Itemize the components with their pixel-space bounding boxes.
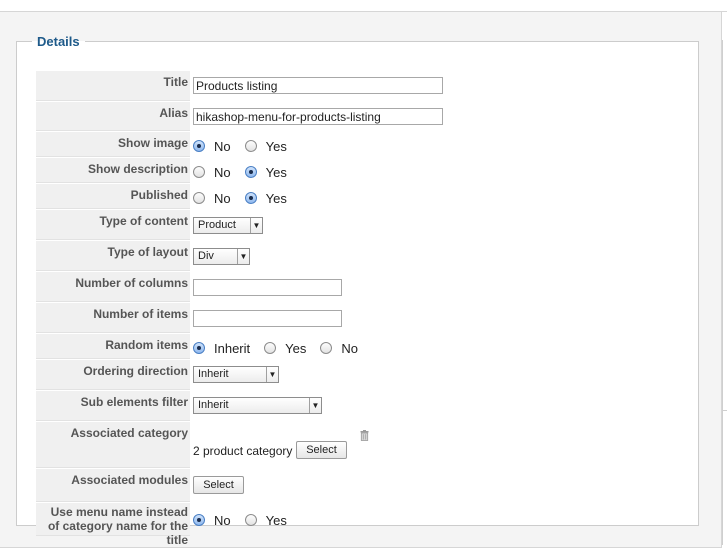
row-type-of-content: Type of content Product ▼ <box>36 210 686 241</box>
ordering-direction-select[interactable]: Inherit ▼ <box>193 366 279 383</box>
row-number-of-items: Number of items <box>36 303 686 334</box>
random-items-no-label[interactable]: No <box>341 341 358 356</box>
row-associated-modules: Associated modules Select <box>36 469 686 503</box>
sub-elements-filter-select[interactable]: Inherit ▼ <box>193 397 322 414</box>
show-description-yes-radio[interactable] <box>244 166 257 178</box>
use-menu-name-no-radio[interactable] <box>193 514 205 526</box>
row-show-description: Show description No Yes <box>36 158 686 184</box>
row-associated-category: Associated category 2 product category S… <box>36 422 686 469</box>
show-image-yes-radio[interactable] <box>244 140 257 152</box>
random-items-inherit-label[interactable]: Inherit <box>214 341 250 356</box>
label-sub-elements-filter: Sub elements filter <box>36 391 190 421</box>
row-type-of-layout: Type of layout Div ▼ <box>36 241 686 272</box>
type-of-content-select[interactable]: Product ▼ <box>193 217 263 234</box>
title-input[interactable] <box>193 77 443 94</box>
details-fieldset: Details Title Alias Show image No <box>16 34 699 547</box>
row-random-items: Random items Inherit Yes No <box>36 334 686 360</box>
type-of-layout-select[interactable]: Div ▼ <box>193 248 250 265</box>
random-items-yes-radio[interactable] <box>264 342 277 354</box>
chevron-down-icon: ▼ <box>309 398 321 413</box>
label-published: Published <box>36 184 190 209</box>
label-use-menu-name: Use menu name instead of category name f… <box>36 503 190 547</box>
show-description-radio-group: No Yes <box>193 164 301 180</box>
published-yes-radio[interactable] <box>244 192 257 204</box>
label-associated-modules: Associated modules <box>36 469 190 502</box>
show-description-no-radio[interactable] <box>193 166 205 178</box>
sub-elements-filter-value: Inherit <box>198 399 229 411</box>
row-number-of-columns: Number of columns <box>36 272 686 303</box>
details-form: Title Alias Show image No Yes <box>36 71 686 547</box>
use-menu-name-radio-group: No Yes <box>193 512 301 528</box>
label-show-description: Show description <box>36 158 190 183</box>
details-legend: Details <box>37 34 80 49</box>
row-show-image: Show image No Yes <box>36 132 686 158</box>
associated-modules-select-button[interactable]: Select <box>193 476 244 494</box>
published-no-radio[interactable] <box>193 192 205 204</box>
random-items-radio-group: Inherit Yes No <box>193 340 372 356</box>
show-description-yes-label[interactable]: Yes <box>266 165 287 180</box>
row-alias: Alias <box>36 102 686 132</box>
label-number-of-items: Number of items <box>36 303 190 333</box>
random-items-no-radio[interactable] <box>320 342 333 354</box>
label-associated-category: Associated category <box>36 422 190 468</box>
type-of-layout-value: Div <box>198 250 214 262</box>
use-menu-name-yes-label[interactable]: Yes <box>266 513 287 528</box>
label-title: Title <box>36 71 190 101</box>
row-sub-elements-filter: Sub elements filter Inherit ▼ <box>36 391 686 422</box>
use-menu-name-yes-radio[interactable] <box>244 514 257 526</box>
published-yes-label[interactable]: Yes <box>266 191 287 206</box>
label-random-items: Random items <box>36 334 190 359</box>
label-ordering-direction: Ordering direction <box>36 360 190 390</box>
chevron-down-icon: ▼ <box>266 367 278 382</box>
published-no-label[interactable]: No <box>214 191 231 206</box>
ordering-direction-value: Inherit <box>198 368 229 380</box>
label-type-of-content: Type of content <box>36 210 190 240</box>
label-type-of-layout: Type of layout <box>36 241 190 271</box>
row-use-menu-name: Use menu name instead of category name f… <box>36 503 686 547</box>
use-menu-name-no-label[interactable]: No <box>214 513 231 528</box>
number-of-items-input[interactable] <box>193 310 342 327</box>
show-image-no-radio[interactable] <box>193 140 205 152</box>
associated-category-select-button[interactable]: Select <box>296 441 347 459</box>
label-number-of-columns: Number of columns <box>36 272 190 302</box>
row-title: Title <box>36 71 686 102</box>
chevron-down-icon: ▼ <box>250 218 262 233</box>
random-items-inherit-radio[interactable] <box>193 342 205 354</box>
show-image-no-label[interactable]: No <box>214 139 231 154</box>
row-ordering-direction: Ordering direction Inherit ▼ <box>36 360 686 391</box>
show-image-radio-group: No Yes <box>193 138 301 154</box>
associated-category-value: 2 product category <box>193 444 293 458</box>
chevron-down-icon: ▼ <box>237 249 249 264</box>
number-of-columns-input[interactable] <box>193 279 342 296</box>
right-panel-edge <box>722 40 727 545</box>
label-alias: Alias <box>36 102 190 131</box>
alias-input[interactable] <box>193 108 443 125</box>
trash-icon[interactable] <box>360 430 369 441</box>
type-of-content-value: Product <box>198 219 236 231</box>
show-description-no-label[interactable]: No <box>214 165 231 180</box>
show-image-yes-label[interactable]: Yes <box>266 139 287 154</box>
label-show-image: Show image <box>36 132 190 157</box>
random-items-yes-label[interactable]: Yes <box>285 341 306 356</box>
row-published: Published No Yes <box>36 184 686 210</box>
published-radio-group: No Yes <box>193 190 301 206</box>
